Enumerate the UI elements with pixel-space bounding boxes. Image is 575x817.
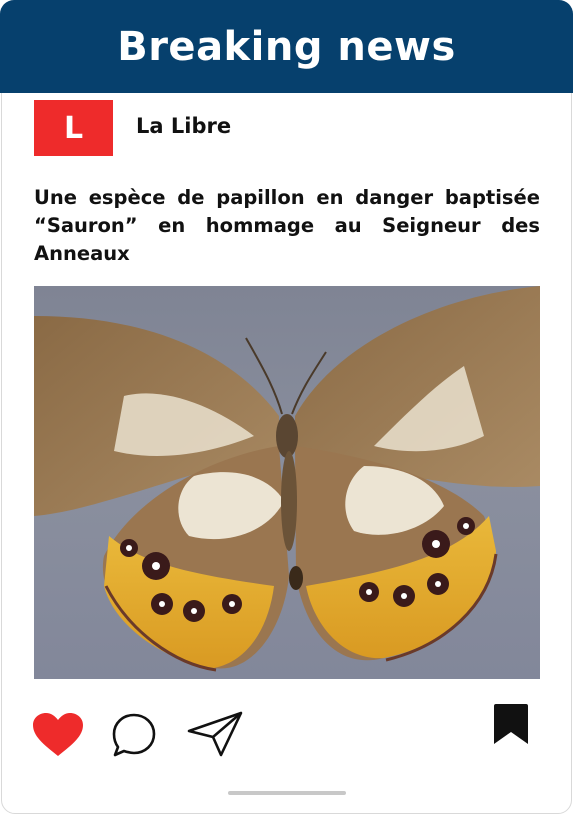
source-name[interactable]: La Libre [136,114,231,138]
share-icon[interactable] [187,711,243,757]
source-logo[interactable]: L [34,100,113,156]
bookmark-icon[interactable] [490,704,532,746]
butterfly-illustration [34,286,540,672]
comment-icon[interactable] [111,713,157,757]
post-headline: Une espèce de papillon en danger baptisé… [34,186,540,265]
heart-icon[interactable] [33,713,83,757]
home-indicator[interactable] [228,791,346,795]
source-logo-letter: L [63,110,84,146]
butterfly-photo[interactable] [34,286,540,679]
action-bar [0,700,575,770]
header-banner: Breaking news [0,0,573,93]
header-title: Breaking news [117,23,456,70]
